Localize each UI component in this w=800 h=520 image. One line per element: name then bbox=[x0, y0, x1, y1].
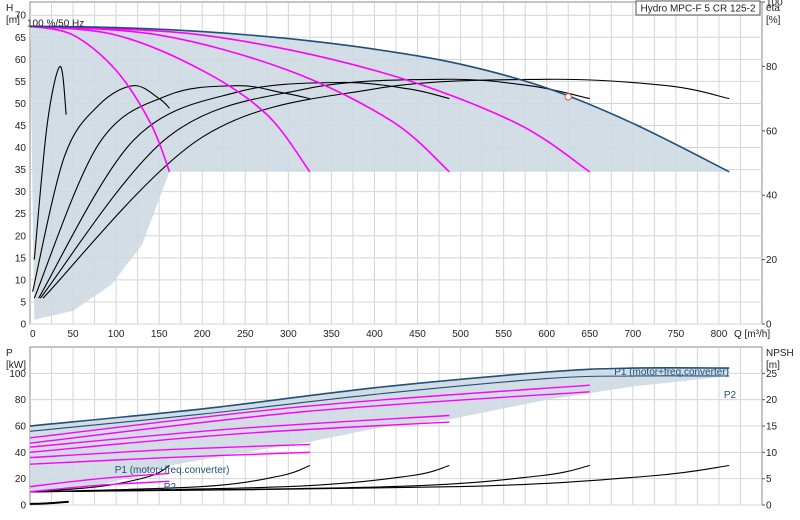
y-tick-label: 30 bbox=[15, 187, 27, 198]
x-tick-label: 750 bbox=[668, 329, 685, 340]
y-axis-name: H bbox=[6, 3, 13, 14]
x-tick-label: 100 bbox=[108, 329, 125, 340]
y2-tick-label: 10 bbox=[766, 448, 778, 459]
y2-axis-unit: [m] bbox=[766, 360, 780, 371]
y-tick-label: 50 bbox=[15, 99, 27, 110]
p2-label-min: P2 bbox=[164, 482, 177, 493]
y-tick-label: 60 bbox=[15, 55, 27, 66]
y2-tick-label: 5 bbox=[766, 474, 772, 485]
y-tick-label: 20 bbox=[15, 231, 27, 242]
y2-tick-label: 20 bbox=[766, 255, 778, 266]
x-tick-label: 500 bbox=[452, 329, 469, 340]
p1-label-max: P1 (motor+freq.converter) bbox=[614, 367, 729, 378]
speed-annotation: 100 %/50 Hz bbox=[27, 19, 84, 30]
y-tick-label: 15 bbox=[15, 253, 27, 264]
x-tick-label: 150 bbox=[151, 329, 168, 340]
x-tick-label: 450 bbox=[409, 329, 426, 340]
y-tick-label: 5 bbox=[20, 297, 26, 308]
x-tick-label: 200 bbox=[194, 329, 211, 340]
y-tick-label: 25 bbox=[15, 209, 27, 220]
pump-performance-chart: 0510152025303540455055606570020406080100… bbox=[0, 0, 800, 520]
x-tick-label: 550 bbox=[495, 329, 512, 340]
y-tick-label: 40 bbox=[15, 448, 27, 459]
y-tick-label: 40 bbox=[15, 143, 27, 154]
y-tick-label: 10 bbox=[15, 275, 27, 286]
x-tick-label: 250 bbox=[237, 329, 254, 340]
x-tick-label: 700 bbox=[624, 329, 641, 340]
y2-tick-label: 15 bbox=[766, 422, 778, 433]
x-tick-label: 800 bbox=[711, 329, 728, 340]
x-tick-label: 350 bbox=[323, 329, 340, 340]
y-axis-name: P bbox=[6, 348, 13, 359]
y2-axis-name: NPSH bbox=[766, 348, 794, 359]
p1-label-min: P1 (motor+freq.converter) bbox=[115, 465, 230, 476]
y-tick-label: 35 bbox=[15, 165, 27, 176]
y-axis-unit: [kW] bbox=[6, 360, 26, 371]
y2-axis-name: eta bbox=[766, 3, 780, 14]
y-tick-label: 0 bbox=[20, 501, 26, 512]
y-tick-label: 20 bbox=[15, 474, 27, 485]
y2-tick-label: 60 bbox=[766, 126, 778, 137]
y-tick-label: 45 bbox=[15, 121, 27, 132]
chart-title: Hydro MPC-F 5 CR 125-2 bbox=[640, 4, 755, 15]
y-tick-label: 80 bbox=[15, 395, 27, 406]
x-tick-label: 400 bbox=[366, 329, 383, 340]
y-tick-label: 60 bbox=[15, 422, 27, 433]
x-tick-label: 50 bbox=[67, 329, 79, 340]
x-tick-label: 300 bbox=[280, 329, 297, 340]
y2-tick-label: 0 bbox=[766, 501, 772, 512]
y-axis-unit: [m] bbox=[6, 15, 20, 26]
y2-axis-unit: [%] bbox=[766, 15, 781, 26]
x-tick-label: 0 bbox=[30, 329, 36, 340]
y-tick-label: 55 bbox=[15, 77, 27, 88]
operating-point-marker bbox=[564, 93, 572, 101]
x-tick-label: 600 bbox=[538, 329, 555, 340]
x-tick-label: 650 bbox=[581, 329, 598, 340]
y2-tick-label: 80 bbox=[766, 62, 778, 73]
x-axis-label: Q [m³/h] bbox=[734, 329, 770, 340]
y2-tick-label: 20 bbox=[766, 395, 778, 406]
p2-label-max: P2 bbox=[724, 390, 737, 401]
y-tick-label: 0 bbox=[20, 320, 26, 331]
y-tick-label: 65 bbox=[15, 33, 27, 44]
y2-tick-label: 40 bbox=[766, 191, 778, 202]
